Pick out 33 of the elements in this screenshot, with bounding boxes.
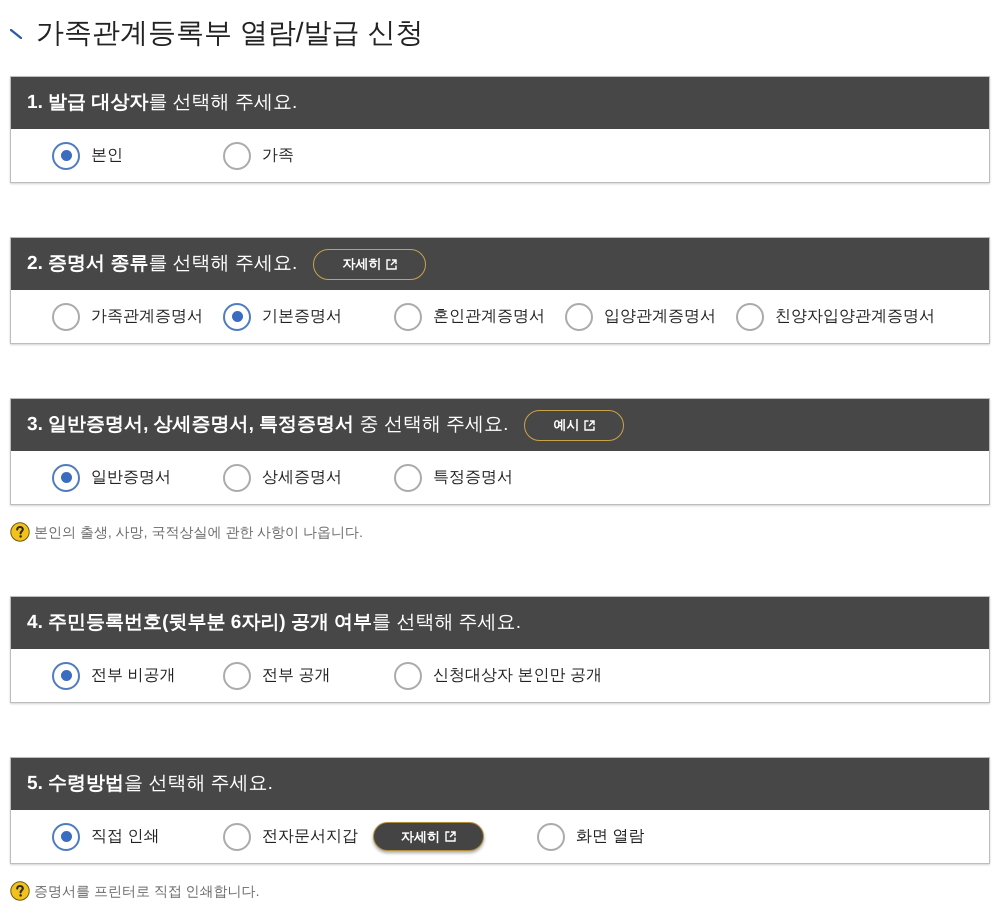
section-heading: 1. 발급 대상자를 선택해 주세요. [27, 90, 298, 115]
radio-option[interactable]: 특정증명서 [394, 464, 513, 492]
link-button[interactable]: 자세히 [313, 248, 426, 280]
link-button[interactable]: 예시 [524, 410, 624, 440]
link-button[interactable]: 자세히 [373, 822, 484, 851]
radio-option[interactable]: 전부 공개 [223, 662, 330, 690]
radio-option[interactable]: 일반증명서 [52, 464, 171, 492]
radio-option[interactable]: 가족관계증명서 [52, 302, 203, 330]
slash-mark-icon [10, 29, 22, 39]
external-link-icon [386, 258, 398, 270]
external-link-icon [445, 831, 456, 842]
note-text: 본인의 출생, 사망, 국적상실에 관한 사항이 나옵니다. [34, 522, 364, 542]
radio-option[interactable]: 전부 비공개 [52, 662, 176, 690]
help-icon [10, 881, 30, 901]
radio-option[interactable]: 화면 열람 [537, 822, 644, 850]
radio-option[interactable]: 혼인관계증명서 [394, 302, 545, 330]
external-link-icon [584, 420, 596, 430]
section-heading: 3. 일반증명서, 상세증명서, 특정증명서 중 선택해 주세요. [27, 412, 508, 437]
section-heading: 2. 증명서 종류를 선택해 주세요. [27, 252, 298, 276]
radio-option[interactable]: 입양관계증명서 [565, 302, 716, 330]
section-heading: 4. 주민등록번호(뒷부분 6자리) 공개 여부를 선택해 주세요. [27, 610, 522, 635]
section-heading: 5. 수령방법을 선택해 주세요. [27, 772, 273, 796]
radio-option[interactable]: 신청대상자 본인만 공개 [394, 662, 602, 690]
radio-option[interactable]: 상세증명서 [223, 464, 342, 492]
radio-option[interactable]: 본인 [52, 142, 123, 170]
radio-option[interactable]: 기본증명서 [223, 302, 342, 330]
note-text: 증명서를 프린터로 직접 인쇄합니다. [34, 882, 260, 900]
page-title: 가족관계등록부 열람/발급 신청 [36, 19, 424, 47]
radio-option[interactable]: 전자문서지갑 [223, 822, 358, 850]
radio-option[interactable]: 친양자입양관계증명서 [736, 302, 935, 330]
help-icon [10, 522, 30, 542]
radio-option[interactable]: 직접 인쇄 [52, 822, 160, 850]
radio-option[interactable]: 가족 [223, 142, 294, 170]
